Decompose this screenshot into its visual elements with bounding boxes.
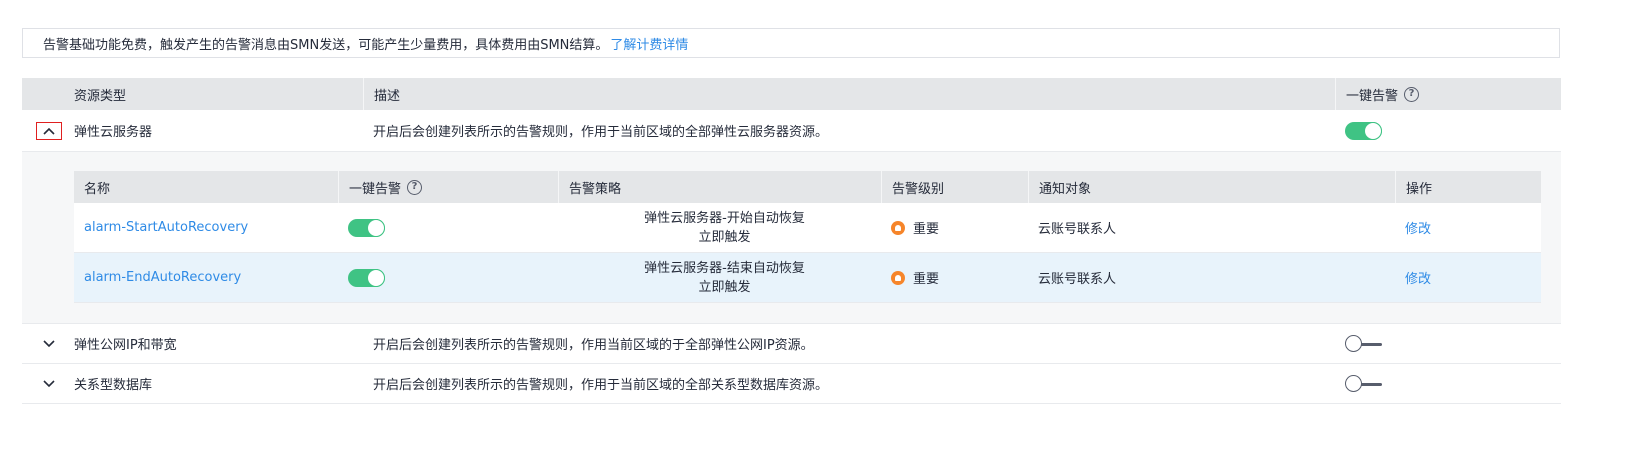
group-description: 开启后会创建列表所示的告警规则，作用于当前区域的全部关系型数据库资源。: [373, 378, 829, 393]
collapse-toggle[interactable]: [36, 121, 62, 140]
table-row: alarm-EndAutoRecovery 弹性云服务器-结束自动恢复 立即触发…: [74, 253, 1541, 303]
header-switch-label: 一键告警: [349, 181, 402, 197]
expanded-panel: 名称 一键告警 ? 告警策略 告警级别 通知对象 操作 alarm-StartA…: [22, 152, 1561, 324]
header-severity: 告警级别: [881, 171, 1028, 203]
policy-condition: 弹性云服务器-开始自动恢复: [644, 210, 805, 226]
group-alarm-switch[interactable]: [1345, 374, 1382, 393]
policy-condition: 弹性云服务器-结束自动恢复: [644, 260, 805, 276]
group-alarm-switch[interactable]: [1345, 121, 1382, 140]
bell-icon: [891, 220, 905, 235]
alarm-template-table: 资源类型 描述 一键告警 ? 弹性云服务器 开启后会创建列表所示的告警规则，作用…: [22, 78, 1561, 404]
group-row-ecs: 弹性云服务器 开启后会创建列表所示的告警规则，作用于当前区域的全部弹性云服务器资…: [22, 110, 1561, 152]
chevron-up-icon: [43, 127, 55, 135]
alarm-policy: 弹性云服务器-结束自动恢复 立即触发: [558, 253, 881, 302]
question-circle-icon[interactable]: ?: [407, 179, 423, 195]
alarm-policy: 弹性云服务器-开始自动恢复 立即触发: [558, 203, 881, 252]
header-resource-type: 资源类型: [74, 88, 127, 104]
group-description: 开启后会创建列表所示的告警规则，作用当前区域的于全部弹性公网IP资源。: [373, 338, 814, 353]
header-one-click-alarm-label: 一键告警: [1346, 88, 1399, 104]
policy-trigger: 立即触发: [698, 229, 751, 245]
table-header: 资源类型 描述 一键告警 ?: [22, 78, 1561, 110]
expand-toggle[interactable]: [36, 375, 62, 393]
alarm-name-link[interactable]: alarm-EndAutoRecovery: [84, 270, 241, 285]
alarm-rules-table: 名称 一键告警 ? 告警策略 告警级别 通知对象 操作 alarm-StartA…: [74, 171, 1541, 303]
group-row-rds: 关系型数据库 开启后会创建列表所示的告警规则，作用于当前区域的全部关系型数据库资…: [22, 364, 1561, 404]
alarm-severity: 重要: [881, 203, 1028, 252]
notify-target: 云账号联系人: [1038, 222, 1117, 237]
group-alarm-switch[interactable]: [1345, 334, 1382, 353]
group-name: 弹性公网IP和带宽: [74, 338, 177, 353]
billing-details-link[interactable]: 了解计费详情: [610, 34, 688, 53]
group-name: 关系型数据库: [74, 378, 153, 393]
alarm-name-link[interactable]: alarm-StartAutoRecovery: [84, 220, 248, 235]
modify-link[interactable]: 修改: [1405, 268, 1431, 287]
group-description: 开启后会创建列表所示的告警规则，作用于当前区域的全部弹性云服务器资源。: [373, 125, 829, 140]
table-row: alarm-StartAutoRecovery 弹性云服务器-开始自动恢复 立即…: [74, 203, 1541, 253]
chevron-down-icon: [43, 339, 55, 347]
notify-target: 云账号联系人: [1038, 272, 1117, 287]
header-notify: 通知对象: [1028, 171, 1395, 203]
policy-trigger: 立即触发: [698, 279, 751, 295]
sub-table-header: 名称 一键告警 ? 告警策略 告警级别 通知对象 操作: [74, 171, 1541, 203]
header-one-click-alarm: 一键告警 ?: [338, 171, 558, 203]
alarm-rule-switch[interactable]: [348, 268, 385, 287]
alarm-rule-switch[interactable]: [348, 218, 385, 237]
alarm-severity: 重要: [881, 253, 1028, 302]
billing-notice-text: 告警基础功能免费，触发产生的告警消息由SMN发送，可能产生少量费用，具体费用由S…: [43, 37, 609, 53]
bell-icon: [891, 270, 905, 285]
severity-label: 重要: [913, 222, 940, 237]
expand-toggle[interactable]: [36, 335, 62, 353]
group-row-eip: 弹性公网IP和带宽 开启后会创建列表所示的告警规则，作用当前区域的于全部弹性公网…: [22, 324, 1561, 364]
question-circle-icon[interactable]: ?: [1404, 86, 1420, 102]
chevron-down-icon: [43, 379, 55, 387]
header-name: 名称: [84, 181, 111, 197]
group-name: 弹性云服务器: [74, 125, 153, 140]
header-description: 描述: [363, 78, 1335, 110]
header-one-click-alarm: 一键告警 ?: [1335, 78, 1561, 110]
severity-label: 重要: [913, 272, 940, 287]
modify-link[interactable]: 修改: [1405, 218, 1431, 237]
billing-notice: 告警基础功能免费，触发产生的告警消息由SMN发送，可能产生少量费用，具体费用由S…: [22, 28, 1560, 58]
header-policy: 告警策略: [558, 171, 881, 203]
header-action: 操作: [1395, 171, 1541, 203]
